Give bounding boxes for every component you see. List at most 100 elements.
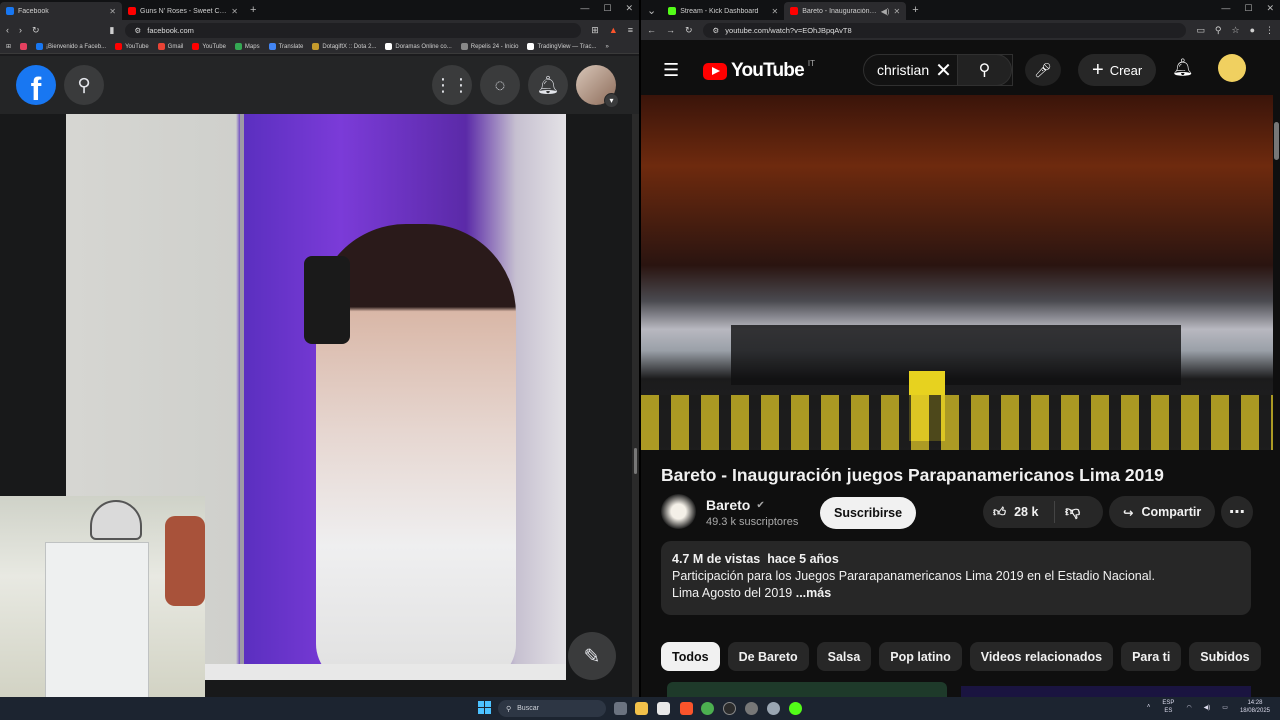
chip-subidos[interactable]: Subidos (1189, 642, 1261, 671)
extensions-icon[interactable]: ⊞ (591, 25, 599, 36)
bookmark-item[interactable]: YouTube (192, 43, 226, 50)
chip-para-ti[interactable]: Para ti (1121, 642, 1182, 671)
cast-icon[interactable]: ▭ (1196, 25, 1205, 36)
new-tab-icon[interactable]: + (244, 4, 262, 16)
url-field[interactable]: ⚙ youtube.com/watch?v=EOhJBpqAvT8 (702, 22, 1187, 38)
chevron-down-icon[interactable]: ▾ (604, 93, 619, 108)
clear-search-icon[interactable]: ✕ (935, 58, 952, 83)
chrome-icon[interactable] (701, 702, 714, 715)
bookmark-item[interactable]: Gmail (157, 43, 183, 50)
chip-pop-latino[interactable]: Pop latino (879, 642, 962, 671)
minimize-icon[interactable]: — (1221, 3, 1230, 14)
close-window-icon[interactable]: ✕ (625, 3, 633, 14)
bookmark-item[interactable]: ¡Bienvenido a Faceb... (36, 43, 106, 50)
channel-avatar[interactable] (661, 494, 696, 529)
voice-search-icon[interactable]: 🎤︎ (1025, 54, 1061, 86)
kick-app-icon[interactable] (789, 702, 802, 715)
youtube-scrollbar[interactable] (1273, 94, 1280, 697)
bookmark-item[interactable]: Translate (268, 43, 303, 50)
wifi-icon[interactable]: ◠ (1186, 704, 1191, 711)
url-field[interactable]: ⚙ facebook.com (124, 22, 582, 38)
close-tab-icon[interactable]: ✕ (231, 7, 238, 16)
new-message-icon[interactable]: ✎ (568, 632, 616, 680)
scrollbar-thumb[interactable] (634, 448, 637, 474)
bookmark-item[interactable]: Maps (234, 43, 260, 50)
notifications-bell-icon[interactable]: 🔔︎ (1172, 58, 1194, 78)
menu-grid-icon[interactable]: ⋮⋮ (432, 65, 472, 105)
taskbar-search-input[interactable]: ⚲ Buscar (498, 700, 606, 717)
windows-start-icon[interactable] (478, 701, 491, 714)
like-button[interactable]: 👍︎ 28 k (983, 501, 1055, 523)
facebook-logo-icon[interactable]: f (16, 65, 56, 105)
subscribe-button[interactable]: Suscribirse (820, 497, 917, 529)
task-view-icon[interactable] (614, 702, 627, 715)
show-more-link[interactable]: ...más (796, 586, 831, 600)
chip-salsa[interactable]: Salsa (816, 642, 872, 671)
bookmark-item[interactable]: DotagiftX :: Dota 2... (312, 43, 376, 50)
store-icon[interactable] (657, 702, 670, 715)
obs-icon[interactable] (723, 702, 736, 715)
zoom-icon[interactable]: ⚲ (1215, 25, 1222, 36)
star-icon[interactable]: ☆ (1231, 25, 1239, 36)
chip-de-bareto[interactable]: De Bareto (727, 642, 809, 671)
search-button[interactable]: ⚲ (957, 54, 1012, 86)
brave-shield-icon[interactable]: ▲ (609, 25, 618, 35)
back-icon[interactable]: ‹ (6, 25, 9, 35)
close-tab-icon[interactable]: ✕ (894, 7, 901, 16)
brave-browser-icon[interactable] (680, 702, 693, 715)
reload-icon[interactable]: ↻ (32, 25, 40, 36)
description-box[interactable]: 4.7 M de vistas hace 5 años Participació… (661, 541, 1251, 615)
scrollbar-thumb[interactable] (1274, 122, 1279, 160)
dislike-button[interactable]: 👎︎ (1055, 503, 1090, 521)
maximize-icon[interactable]: ☐ (603, 3, 611, 14)
search-icon[interactable]: ⚲ (64, 65, 104, 105)
tab-kick-dashboard[interactable]: Stream - Kick Dashboard ✕ (662, 2, 784, 20)
facebook-scrollbar[interactable] (632, 114, 639, 697)
youtube-logo[interactable]: YouTube IT (703, 59, 815, 82)
tray-chevron-icon[interactable]: ˄ (1147, 704, 1151, 710)
bookmark-item[interactable] (20, 43, 28, 50)
forward-icon[interactable]: → (666, 25, 675, 35)
share-button[interactable]: ↪ Compartir (1109, 496, 1216, 528)
tab-guns-n-roses[interactable]: Guns N' Roses - Sweet Child O' Mine ✕ (122, 2, 244, 20)
bookmark-item[interactable]: Doramas Online co... (385, 43, 452, 50)
hamburger-menu-icon[interactable]: ☰ (663, 60, 679, 81)
chip-todos[interactable]: Todos (661, 642, 720, 671)
messenger-icon[interactable]: ◌ (480, 65, 520, 105)
more-actions-icon[interactable]: ⋯ (1221, 496, 1253, 528)
channel-name[interactable]: Bareto ✔ (706, 497, 765, 513)
new-tab-icon[interactable]: + (906, 4, 924, 16)
file-explorer-icon[interactable] (635, 702, 648, 715)
profile-avatar[interactable]: ▾ (576, 65, 619, 108)
volume-icon[interactable]: ◀) (1204, 704, 1211, 711)
settings-gear-icon[interactable] (767, 702, 780, 715)
bookmark-icon[interactable]: ▮ (110, 25, 115, 36)
back-icon[interactable]: ← (647, 25, 656, 35)
audio-playing-icon[interactable]: ◀) (881, 7, 890, 16)
menu-icon[interactable]: ⋮ (1265, 25, 1274, 36)
language-indicator[interactable]: ESP ES (1162, 699, 1174, 715)
profile-icon[interactable]: ● (1250, 25, 1255, 35)
menu-icon[interactable]: ≡ (628, 25, 633, 35)
app-icon[interactable] (745, 702, 758, 715)
tab-search-icon[interactable]: ⌄ (641, 4, 662, 17)
battery-icon[interactable]: ▭ (1222, 704, 1228, 711)
clock[interactable]: 14:28 18/08/2025 (1240, 699, 1270, 715)
tab-bareto-video[interactable]: Bareto - Inauguración jueg ◀) ✕ (784, 2, 907, 20)
forward-icon[interactable]: › (19, 25, 22, 35)
notifications-bell-icon[interactable]: 🔔︎ (528, 65, 568, 105)
close-tab-icon[interactable]: ✕ (772, 7, 779, 16)
video-player[interactable] (641, 95, 1273, 450)
reload-icon[interactable]: ↻ (685, 25, 693, 36)
more-bookmarks-icon[interactable]: » (606, 44, 609, 50)
chip-videos-relacionados[interactable]: Videos relacionados (969, 642, 1114, 671)
tab-facebook[interactable]: Facebook ✕ (0, 2, 122, 20)
create-button[interactable]: + Crear (1078, 54, 1157, 86)
chevron-right-icon[interactable]: › (1216, 646, 1221, 664)
close-tab-icon[interactable]: ✕ (109, 7, 116, 16)
bookmark-item[interactable]: TradingView — Trac... (527, 43, 597, 50)
apps-grid-icon[interactable]: ⊞ (6, 43, 11, 50)
minimize-icon[interactable]: — (580, 3, 589, 14)
close-window-icon[interactable]: ✕ (1266, 3, 1274, 14)
bookmark-item[interactable]: Repelis 24 - Inicio (460, 43, 518, 50)
